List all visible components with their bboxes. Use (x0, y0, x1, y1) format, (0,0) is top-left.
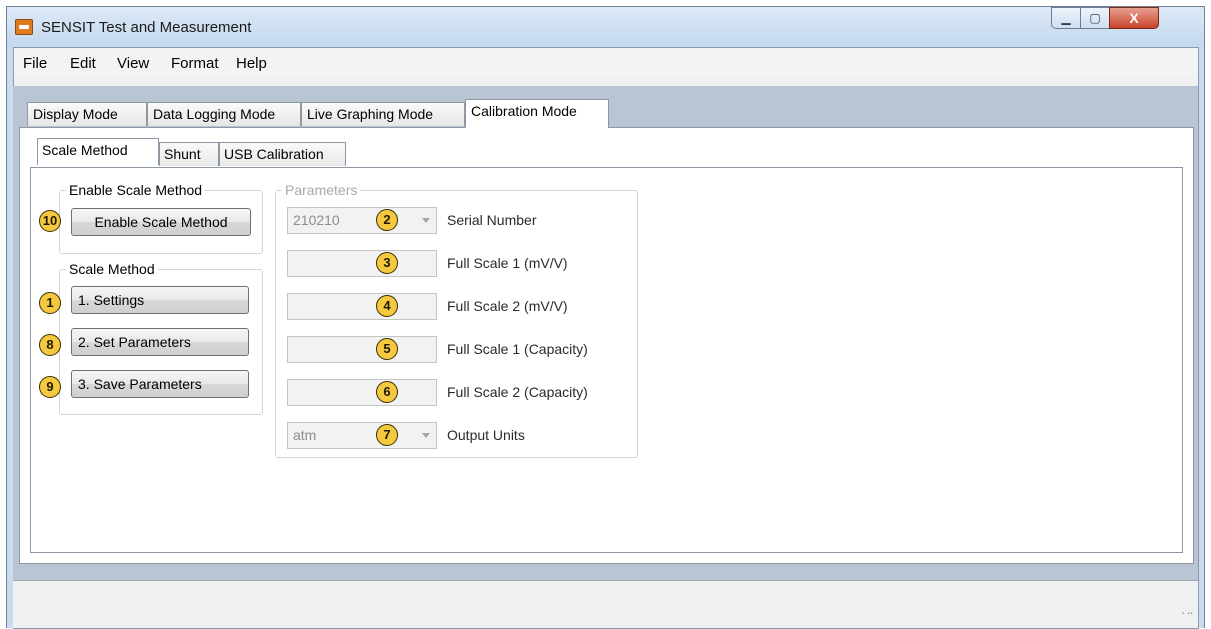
chevron-down-icon (422, 433, 430, 438)
resize-grip-icon[interactable]: ⠠⠤ (1178, 608, 1194, 622)
full-scale-2-mvv-label: Full Scale 2 (mV/V) (447, 298, 568, 314)
serial-number-dropdown[interactable]: 210210 (287, 207, 437, 234)
callout-badge-7: 7 (376, 424, 398, 446)
output-units-value: atm (293, 427, 317, 443)
menu-file[interactable]: File (23, 55, 47, 72)
settings-button[interactable]: 1. Settings (71, 286, 249, 314)
minimize-button[interactable]: ▁ (1051, 7, 1081, 29)
menu-edit[interactable]: Edit (70, 55, 96, 72)
full-scale-2-mvv-field[interactable] (287, 293, 437, 320)
callout-badge-9: 9 (39, 376, 61, 398)
enable-group-title: Enable Scale Method (66, 182, 206, 198)
full-scale-1-mvv-field[interactable] (287, 250, 437, 277)
menu-format[interactable]: Format (171, 55, 219, 72)
set-parameters-button[interactable]: 2. Set Parameters (71, 328, 249, 356)
callout-badge-4: 4 (376, 295, 398, 317)
full-scale-2-capacity-field[interactable] (287, 379, 437, 406)
maximize-button[interactable]: ▢ (1080, 7, 1110, 29)
title-bar: SENSIT Test and Measurement ▁ ▢ X (7, 7, 1204, 47)
serial-number-label: Serial Number (447, 212, 537, 228)
tab-calibration-mode[interactable]: Calibration Mode (465, 99, 609, 128)
serial-number-value: 210210 (293, 212, 340, 228)
enable-scale-method-group: Enable Scale Method Enable Scale Method (59, 182, 263, 254)
parameters-group: Parameters 210210 Serial Number Full Sca… (275, 182, 638, 458)
save-parameters-button[interactable]: 3. Save Parameters (71, 370, 249, 398)
full-scale-1-capacity-field[interactable] (287, 336, 437, 363)
callout-badge-10: 10 (39, 210, 61, 232)
scale-method-group: Scale Method 1. Settings 2. Set Paramete… (59, 261, 263, 415)
callout-badge-5: 5 (376, 338, 398, 360)
callout-badge-3: 3 (376, 252, 398, 274)
app-icon (15, 19, 33, 35)
output-units-label: Output Units (447, 427, 525, 443)
full-scale-1-mvv-label: Full Scale 1 (mV/V) (447, 255, 568, 271)
full-scale-1-capacity-label: Full Scale 1 (Capacity) (447, 341, 588, 357)
enable-scale-method-button[interactable]: Enable Scale Method (71, 208, 251, 236)
subtab-scale-method[interactable]: Scale Method (37, 138, 159, 165)
parameters-group-title: Parameters (282, 182, 361, 198)
window-title: SENSIT Test and Measurement (41, 19, 252, 36)
subtab-shunt[interactable]: Shunt (159, 142, 219, 166)
subtab-usb-calibration[interactable]: USB Calibration (219, 142, 346, 166)
callout-badge-6: 6 (376, 381, 398, 403)
callout-badge-2: 2 (376, 209, 398, 231)
chevron-down-icon (422, 218, 430, 223)
callout-badge-1: 1 (39, 292, 61, 314)
close-button[interactable]: X (1109, 7, 1159, 29)
scale-method-panel: Enable Scale Method Enable Scale Method … (30, 167, 1183, 553)
output-units-dropdown[interactable]: atm (287, 422, 437, 449)
scale-group-title: Scale Method (66, 261, 158, 277)
menu-help[interactable]: Help (236, 55, 267, 72)
tab-display-mode[interactable]: Display Mode (27, 102, 147, 126)
menu-bar: File Edit View Format Help (14, 48, 1198, 78)
status-bar: ⠠⠤ (13, 580, 1198, 628)
menu-view[interactable]: View (117, 55, 149, 72)
tab-data-logging-mode[interactable]: Data Logging Mode (147, 102, 301, 126)
tab-live-graphing-mode[interactable]: Live Graphing Mode (301, 102, 465, 126)
full-scale-2-capacity-label: Full Scale 2 (Capacity) (447, 384, 588, 400)
callout-badge-8: 8 (39, 334, 61, 356)
